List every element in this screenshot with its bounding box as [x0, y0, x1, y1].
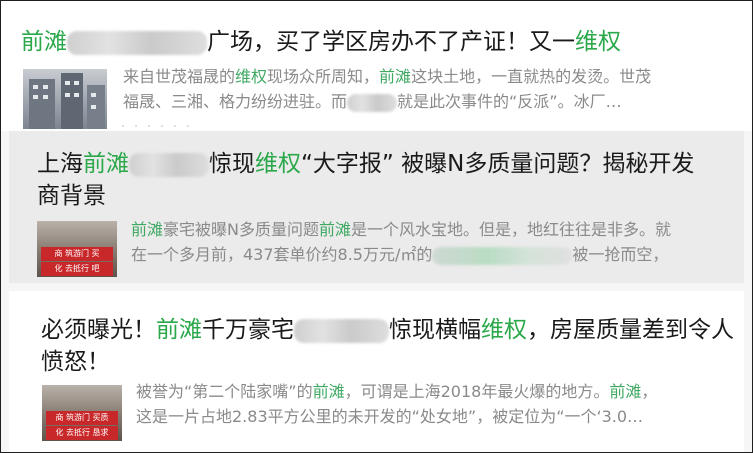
- result-snippet-line: 福晟、三湘、格力纷纷进驻。而 就是此次事件的“反派”。冰厂…: [123, 91, 622, 113]
- snippet-text: 是一个风水宝地。但是，地红往往是非多。就: [351, 220, 672, 239]
- blurred-text: [67, 30, 207, 55]
- title-text: 惊现横幅: [389, 317, 481, 343]
- snippet-text: 福晟、三湘、格力纷纷进驻。而: [123, 92, 348, 111]
- keyword-highlight: 维权: [481, 317, 527, 343]
- snippet-text: ，: [641, 382, 658, 401]
- protest-banner: 化 去抵行 吧: [41, 262, 113, 276]
- snippet-text: 被一抢而空，: [572, 245, 669, 264]
- snippet-text: ，可谓是上海2018年最火爆的地方。: [344, 382, 610, 401]
- title-text: 广场，买了学区房办不了产证！又一: [207, 29, 575, 55]
- keyword-highlight: 前滩: [319, 220, 352, 239]
- result-snippet-line: 这是一片占地2.83平方公里的未开发的“处女地”，被定位为“一个‘3.0…: [136, 406, 643, 428]
- snippet-text: 现场众所周知，: [267, 67, 380, 86]
- keyword-highlight: 前滩: [156, 317, 202, 343]
- result-snippet-line: 在一个多月前，437套单价约8.5万元/㎡的 被一抢而空，: [131, 244, 668, 266]
- title-text: 愤怒！: [41, 349, 110, 375]
- title-text: ，房屋质量差到令人: [527, 317, 734, 343]
- snippet-text: 在一个多月前，437套单价约8.5万元/㎡的: [131, 245, 433, 264]
- protest-banner: 商 筑游门 买质: [46, 411, 118, 425]
- blurred-text: [129, 152, 209, 177]
- result-thumbnail[interactable]: 商 筑游门 买 化 去抵行 吧: [37, 221, 117, 277]
- snippet-text: 豪宅被曝N多质量问题: [163, 220, 319, 239]
- title-text: 千万豪宅: [202, 317, 294, 343]
- search-result-2[interactable]: 上海前滩 惊现维权“大字报” 被曝N多质量问题？揭秘开发 商背景 商 筑游门 买 …: [1, 131, 752, 283]
- keyword-highlight: 维权: [575, 29, 621, 55]
- title-text: “大字报” 被曝N多质量问题？揭秘开发: [301, 151, 695, 177]
- snippet-text: 来自世茂福晟的: [123, 67, 236, 86]
- result-title-line-2[interactable]: 商背景: [37, 180, 106, 212]
- search-results-panel: 前滩 广场，买了学区房办不了产证！又一维权 来自世茂福晟的维权现场众所周知，前滩这…: [0, 0, 753, 453]
- result-title[interactable]: 必须曝光！前滩千万豪宅 惊现横幅维权，房屋质量差到令人: [41, 314, 734, 346]
- keyword-highlight: 维权: [235, 67, 268, 86]
- snippet-text: 这块土地，一直就热的发烫。世茂: [411, 67, 652, 86]
- result-title[interactable]: 前滩 广场，买了学区房办不了产证！又一维权: [21, 26, 621, 58]
- protest-banner: 化 去抵行 恳求: [46, 426, 118, 440]
- blurred-text: [432, 246, 573, 265]
- blurred-text: [347, 93, 398, 112]
- result-title-line-2[interactable]: 愤怒！: [41, 346, 110, 378]
- keyword-highlight: 前滩: [21, 29, 67, 55]
- keyword-highlight: 前滩: [379, 67, 412, 86]
- result-divider: [1, 283, 752, 291]
- result-snippet-line: 来自世茂福晟的维权现场众所周知，前滩这块土地，一直就热的发烫。世茂: [123, 66, 651, 88]
- blurred-text: [294, 318, 389, 343]
- keyword-highlight: 前滩: [609, 382, 642, 401]
- truncated-line: · · · · · ·: [121, 119, 192, 131]
- title-text: 上海: [37, 151, 83, 177]
- snippet-text: 被誉为“第二个陆家嘴”的: [136, 382, 313, 401]
- keyword-highlight: 前滩: [312, 382, 345, 401]
- keyword-highlight: 前滩: [131, 220, 164, 239]
- protest-banner: 商 筑游门 买: [41, 247, 113, 261]
- result-title[interactable]: 上海前滩 惊现维权“大字报” 被曝N多质量问题？揭秘开发: [37, 148, 694, 180]
- title-text: 商背景: [37, 183, 106, 209]
- result-snippet-line: 被誉为“第二个陆家嘴”的前滩，可谓是上海2018年最火爆的地方。前滩，: [136, 381, 657, 403]
- keyword-highlight: 前滩: [83, 151, 129, 177]
- result-thumbnail[interactable]: [23, 69, 107, 129]
- title-text: 惊现: [209, 151, 255, 177]
- snippet-text: 这是一片占地2.83平方公里的未开发的“处女地”，被定位为“一个‘3.0…: [136, 407, 644, 426]
- search-result-1[interactable]: 前滩 广场，买了学区房办不了产证！又一维权 来自世茂福晟的维权现场众所周知，前滩这…: [1, 1, 752, 131]
- snippet-text: 就是此次事件的“反派”。冰厂…: [397, 92, 622, 111]
- result-snippet-line: 前滩豪宅被曝N多质量问题前滩是一个风水宝地。但是，地红往往是非多。就: [131, 219, 671, 241]
- search-result-3[interactable]: 必须曝光！前滩千万豪宅 惊现横幅维权，房屋质量差到令人 愤怒！ 商 筑游门 买质 …: [1, 291, 752, 452]
- title-text: 必须曝光！: [41, 317, 156, 343]
- result-thumbnail[interactable]: 商 筑游门 买质 化 去抵行 恳求: [42, 385, 122, 441]
- keyword-highlight: 维权: [255, 151, 301, 177]
